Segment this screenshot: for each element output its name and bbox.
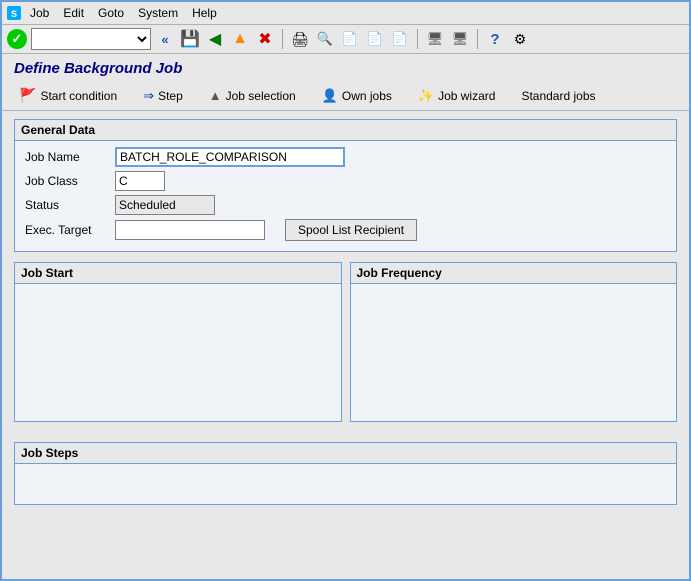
tab-job-wizard[interactable]: ✨ Job wizard xyxy=(409,84,505,108)
job-frequency-header: Job Frequency xyxy=(351,263,677,284)
menu-goto[interactable]: Goto xyxy=(92,4,130,22)
first-page-button[interactable]: « xyxy=(154,28,176,50)
svg-text:S: S xyxy=(11,9,17,19)
menu-system[interactable]: System xyxy=(132,4,184,22)
tab-start-condition[interactable]: 🚩 Start condition xyxy=(10,83,126,108)
page-title: Define Background Job xyxy=(2,54,689,81)
job-steps-body xyxy=(15,464,676,504)
screen-icon-1: 🖥 xyxy=(427,31,444,47)
general-data-section: General Data Job Name Job Class Status xyxy=(14,119,677,252)
tab-job-selection[interactable]: ▲ Job selection xyxy=(200,84,305,107)
settings-icon: ⚙ xyxy=(514,31,527,48)
tab-step[interactable]: ⇒ Step xyxy=(134,84,192,108)
exec-target-row: Exec. Target Spool List Recipient xyxy=(25,219,666,241)
copy-icon-1: 📄 xyxy=(342,31,358,47)
status-label: Status xyxy=(25,198,115,212)
print-button[interactable]: 🖨 xyxy=(289,28,311,50)
standard-jobs-label: Standard jobs xyxy=(521,89,595,103)
main-window: S Job Edit Goto System Help ✓ « 💾 ◀ xyxy=(0,0,691,581)
command-select[interactable] xyxy=(31,28,151,50)
help-button[interactable]: ? xyxy=(484,28,506,50)
status-row: Status xyxy=(25,195,666,215)
tab-start-condition-label: Start condition xyxy=(40,89,117,103)
stop-button[interactable]: ✖ xyxy=(254,28,276,50)
settings-button[interactable]: ⚙ xyxy=(509,28,531,50)
double-left-icon: « xyxy=(161,32,168,47)
copy-icon-3: 📄 xyxy=(392,31,408,47)
middle-sections: Job Start Job Frequency xyxy=(14,262,677,432)
stop-icon: ✖ xyxy=(258,29,271,49)
separator-1 xyxy=(282,29,283,49)
save-button[interactable]: 💾 xyxy=(179,28,201,50)
copy-icon-2: 📄 xyxy=(367,31,383,47)
menu-bar: S Job Edit Goto System Help xyxy=(2,2,689,25)
find-button[interactable]: 🔍 xyxy=(314,28,336,50)
spool-list-recipient-button[interactable]: Spool List Recipient xyxy=(285,219,417,241)
job-start-header: Job Start xyxy=(15,263,341,284)
separator-3 xyxy=(477,29,478,49)
screen-icon-2: 🖥 xyxy=(452,31,469,47)
wizard-icon: ✨ xyxy=(418,88,434,104)
job-frequency-section: Job Frequency xyxy=(350,262,678,422)
toolbar: ✓ « 💾 ◀ ▲ ✖ 🖨 � xyxy=(2,25,689,54)
status-input xyxy=(115,195,215,215)
help-icon: ? xyxy=(490,31,499,48)
screen-button-1[interactable]: 🖥 xyxy=(424,28,446,50)
menu-job[interactable]: Job xyxy=(24,4,55,22)
job-start-body xyxy=(15,284,341,404)
job-class-input[interactable] xyxy=(115,171,165,191)
tab-standard-jobs[interactable]: Standard jobs xyxy=(512,85,604,107)
back-icon: ◀ xyxy=(209,29,221,49)
ownjobs-icon: 👤 xyxy=(322,88,338,104)
screen-button-2[interactable]: 🖥 xyxy=(449,28,471,50)
find-icon: 🔍 xyxy=(317,31,333,47)
job-steps-section: Job Steps xyxy=(14,442,677,505)
exec-target-input[interactable] xyxy=(115,220,265,240)
general-data-body: Job Name Job Class Status Exec. Target xyxy=(15,141,676,251)
tab-own-jobs[interactable]: 👤 Own jobs xyxy=(313,84,401,108)
tab-step-label: Step xyxy=(158,89,183,103)
job-name-label: Job Name xyxy=(25,150,115,164)
menu-help[interactable]: Help xyxy=(186,4,223,22)
job-class-label: Job Class xyxy=(25,174,115,188)
tab-job-selection-label: Job selection xyxy=(226,89,296,103)
flag-icon: 🚩 xyxy=(19,87,36,104)
print-icon: 🖨 xyxy=(291,31,309,48)
job-steps-header: Job Steps xyxy=(15,443,676,464)
job-start-section: Job Start xyxy=(14,262,342,422)
job-name-input[interactable] xyxy=(115,147,345,167)
general-data-header: General Data xyxy=(15,120,676,141)
copy-button-2[interactable]: 📄 xyxy=(364,28,386,50)
confirm-button[interactable]: ✓ xyxy=(6,28,28,50)
sap-icon: S xyxy=(6,5,22,21)
job-class-row: Job Class xyxy=(25,171,666,191)
up-icon: ▲ xyxy=(232,30,248,48)
job-frequency-body xyxy=(351,284,677,404)
tab-job-wizard-label: Job wizard xyxy=(438,89,495,103)
check-icon: ✓ xyxy=(7,29,27,49)
copy-button-1[interactable]: 📄 xyxy=(339,28,361,50)
content-area: General Data Job Name Job Class Status xyxy=(2,111,689,579)
save-icon: 💾 xyxy=(180,29,200,49)
back-button[interactable]: ◀ xyxy=(204,28,226,50)
menu-edit[interactable]: Edit xyxy=(57,4,90,22)
separator-2 xyxy=(417,29,418,49)
exec-target-label: Exec. Target xyxy=(25,223,115,237)
tab-own-jobs-label: Own jobs xyxy=(342,89,392,103)
job-name-row: Job Name xyxy=(25,147,666,167)
jobsel-icon: ▲ xyxy=(209,88,222,103)
copy-button-3[interactable]: 📄 xyxy=(389,28,411,50)
up-button[interactable]: ▲ xyxy=(229,28,251,50)
step-icon: ⇒ xyxy=(143,88,154,104)
nav-tabs: 🚩 Start condition ⇒ Step ▲ Job selection… xyxy=(2,81,689,111)
